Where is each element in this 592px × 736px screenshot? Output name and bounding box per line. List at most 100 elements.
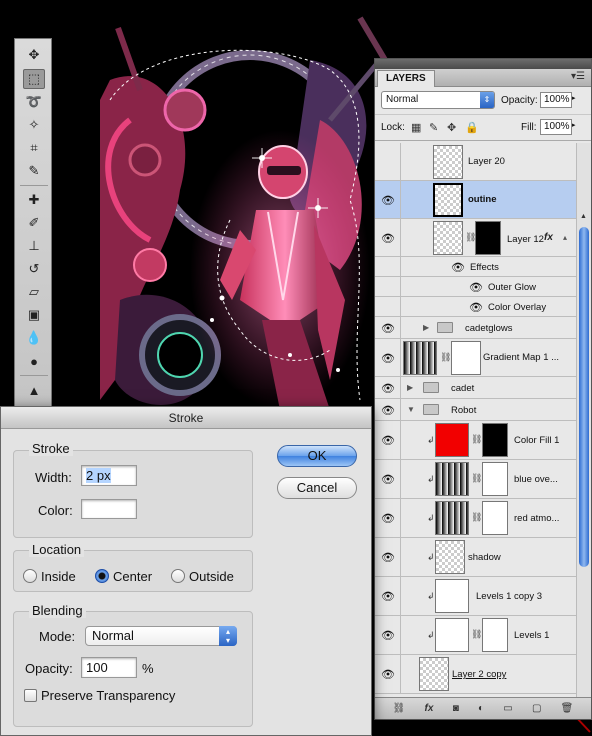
opacity-input[interactable]: 100 bbox=[81, 657, 137, 678]
link-layers-icon[interactable]: ⛓ bbox=[393, 703, 406, 714]
layers-tab[interactable]: LAYERS bbox=[377, 70, 435, 87]
eye-icon[interactable]: 👁 bbox=[379, 509, 397, 527]
link-icon[interactable]: ⛓ bbox=[471, 434, 482, 445]
link-icon[interactable]: ⛓ bbox=[471, 629, 482, 640]
lock-all-icon[interactable]: 🔒 bbox=[465, 121, 479, 134]
eye-icon[interactable]: 👁 bbox=[379, 229, 397, 247]
eye-icon[interactable]: 👁 bbox=[379, 587, 397, 605]
layer-row[interactable]: 👁 Layer 2 copy bbox=[375, 655, 577, 694]
eye-icon[interactable]: 👁 bbox=[467, 278, 485, 296]
eye-icon[interactable]: 👁 bbox=[379, 665, 397, 683]
path-selection-tool-icon[interactable]: ▲ bbox=[23, 380, 45, 400]
layer-row[interactable]: 👁 ↲ ⛓ red atmo... bbox=[375, 499, 577, 538]
magic-wand-tool-icon[interactable]: ✧ bbox=[23, 115, 45, 135]
add-mask-icon[interactable]: ◙ bbox=[453, 703, 459, 714]
layer-thumbnail bbox=[433, 145, 463, 179]
lock-transparency-icon[interactable]: ▦ bbox=[411, 121, 421, 134]
eye-icon[interactable]: 👁 bbox=[379, 431, 397, 449]
dodge-tool-icon[interactable]: ● bbox=[23, 351, 45, 371]
color-swatch[interactable] bbox=[81, 499, 137, 519]
blending-group-title: Blending bbox=[29, 603, 86, 618]
layer-row[interactable]: 👁 ↲ ⛓ Color Fill 1 bbox=[375, 421, 577, 460]
eye-icon[interactable]: 👁 bbox=[379, 626, 397, 644]
center-radio[interactable] bbox=[95, 569, 109, 583]
link-icon[interactable]: ⛓ bbox=[440, 352, 451, 363]
eye-icon[interactable]: 👁 bbox=[379, 319, 397, 337]
crop-tool-icon[interactable]: ⌗ bbox=[23, 138, 45, 158]
expand-arrow-icon[interactable]: ▶ bbox=[423, 323, 429, 332]
link-icon[interactable]: ⛓ bbox=[471, 473, 482, 484]
brush-tool-icon[interactable]: ✐ bbox=[23, 213, 45, 233]
inside-radio[interactable] bbox=[23, 569, 37, 583]
history-brush-tool-icon[interactable]: ↺ bbox=[23, 259, 45, 279]
effect-row[interactable]: 👁 Outer Glow bbox=[375, 277, 577, 297]
group-row[interactable]: 👁 ▶ cadet bbox=[375, 377, 577, 399]
collapse-arrow-icon[interactable]: ▼ bbox=[407, 405, 415, 414]
blur-tool-icon[interactable]: 💧 bbox=[23, 328, 45, 348]
eye-icon[interactable]: 👁 bbox=[467, 298, 485, 316]
panel-menu-icon[interactable]: ▾☰ bbox=[571, 71, 585, 82]
eye-icon[interactable]: 👁 bbox=[379, 548, 397, 566]
layers-panel-titlebar[interactable] bbox=[375, 59, 591, 69]
lock-pixels-icon[interactable]: ✎ bbox=[429, 121, 438, 134]
width-input[interactable]: 2 px bbox=[81, 465, 137, 486]
fill-input[interactable]: 100% bbox=[540, 119, 572, 135]
marquee-tool-icon[interactable]: ⬚ bbox=[23, 69, 45, 89]
layer-row[interactable]: 👁 ↲ Levels 1 copy 3 bbox=[375, 577, 577, 616]
layer-row[interactable]: 👁 ↲ shadow bbox=[375, 538, 577, 577]
eye-icon[interactable]: 👁 bbox=[379, 470, 397, 488]
new-layer-icon[interactable]: ▢ bbox=[532, 703, 541, 714]
mode-value: Normal bbox=[92, 628, 134, 643]
link-icon[interactable]: ⛓ bbox=[471, 512, 482, 523]
healing-brush-tool-icon[interactable]: ✚ bbox=[23, 190, 45, 210]
effects-row[interactable]: 👁 Effects bbox=[375, 257, 577, 277]
scrollbar-thumb[interactable] bbox=[579, 227, 589, 567]
layer-row-selected[interactable]: 👁 outine bbox=[375, 181, 577, 219]
eyedropper-tool-icon[interactable]: ✎ bbox=[23, 161, 45, 181]
mode-label: Mode: bbox=[39, 629, 76, 644]
layer-opacity-input[interactable]: 100% bbox=[540, 92, 572, 108]
layer-row[interactable]: 👁 ⛓ Gradient Map 1 ... bbox=[375, 339, 577, 377]
blend-mode-select[interactable]: Normal ⇕ bbox=[381, 91, 495, 109]
dialog-title[interactable]: Stroke bbox=[1, 407, 371, 429]
layer-row[interactable]: 👁 ↲ ⛓ blue ove... bbox=[375, 460, 577, 499]
collapse-arrow-icon[interactable]: ▴ bbox=[563, 233, 567, 242]
opacity-arrow-icon[interactable]: ▸ bbox=[572, 94, 576, 102]
fill-arrow-icon[interactable]: ▸ bbox=[572, 121, 576, 129]
ok-button[interactable]: OK bbox=[277, 445, 357, 467]
layer-name: Layer 2 copy bbox=[452, 669, 507, 680]
add-layer-style-icon[interactable]: fx bbox=[425, 703, 434, 714]
effect-row[interactable]: 👁 Color Overlay bbox=[375, 297, 577, 317]
clone-stamp-tool-icon[interactable]: ⊥ bbox=[23, 236, 45, 256]
fx-icon[interactable]: fx bbox=[544, 232, 553, 243]
eye-icon[interactable]: 👁 bbox=[449, 258, 467, 276]
eye-icon[interactable]: 👁 bbox=[379, 379, 397, 397]
eye-icon[interactable]: 👁 bbox=[379, 401, 397, 419]
eraser-tool-icon[interactable]: ▱ bbox=[23, 282, 45, 302]
group-row[interactable]: 👁 ▼ Robot bbox=[375, 399, 577, 421]
lasso-tool-icon[interactable]: ➰ bbox=[23, 92, 45, 112]
group-row[interactable]: 👁 ▶ cadetglows bbox=[375, 317, 577, 339]
eye-icon[interactable]: 👁 bbox=[379, 349, 397, 367]
move-tool-icon[interactable]: ✥ bbox=[23, 45, 45, 65]
eye-icon[interactable]: 👁 bbox=[379, 191, 397, 209]
layer-row[interactable]: Layer 20 bbox=[375, 143, 577, 181]
new-group-icon[interactable]: ▭ bbox=[503, 703, 512, 714]
layer-row[interactable]: 👁 ⛓ Layer 12 fx ▴ bbox=[375, 219, 577, 257]
delete-layer-icon[interactable]: 🗑 bbox=[561, 703, 574, 714]
preserve-transparency-checkbox[interactable] bbox=[24, 689, 37, 702]
layer-mask-thumbnail bbox=[451, 341, 481, 375]
width-value: 2 px bbox=[86, 468, 111, 483]
gradient-tool-icon[interactable]: ▣ bbox=[23, 305, 45, 325]
fill-label: Fill: bbox=[521, 122, 537, 133]
new-adjustment-layer-icon[interactable]: ◐ bbox=[478, 703, 484, 714]
outside-radio[interactable] bbox=[171, 569, 185, 583]
layers-scrollbar[interactable]: ▲ bbox=[576, 143, 591, 699]
cancel-button[interactable]: Cancel bbox=[277, 477, 357, 499]
lock-position-icon[interactable]: ✥ bbox=[447, 121, 456, 134]
scroll-up-icon[interactable]: ▲ bbox=[580, 213, 587, 220]
visibility-column bbox=[375, 297, 401, 316]
expand-arrow-icon[interactable]: ▶ bbox=[407, 383, 413, 392]
blend-mode-dropdown[interactable]: Normal ▴ ▾ bbox=[85, 626, 237, 646]
layer-row[interactable]: 👁 ↲ ⛓ Levels 1 bbox=[375, 616, 577, 655]
